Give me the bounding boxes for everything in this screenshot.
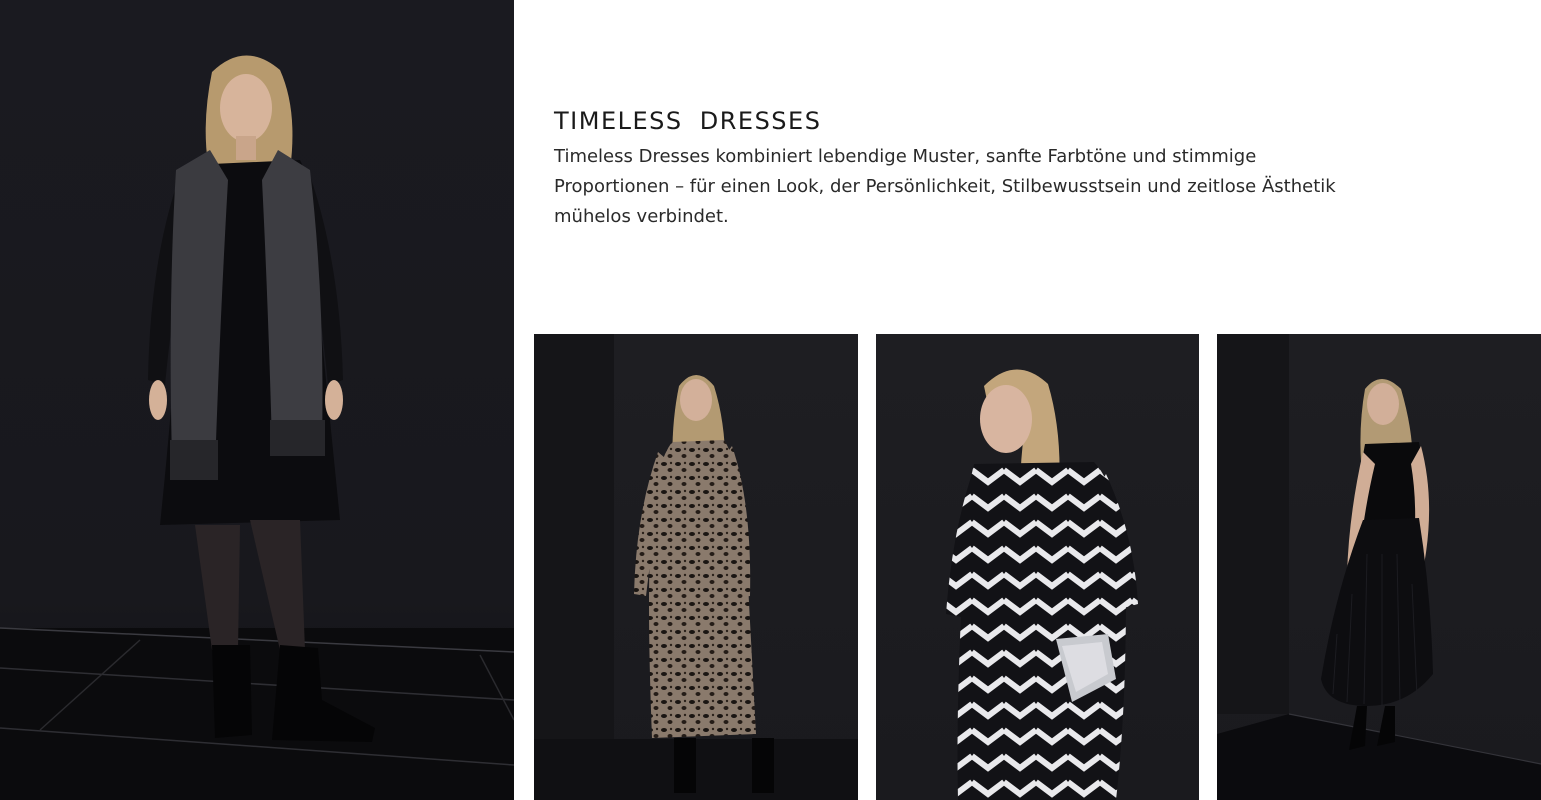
product-image-black-pleated-dress[interactable]	[1217, 334, 1541, 800]
leopard-dress-illustration	[534, 334, 858, 800]
intro-text-block: TIMELESS DRESSES Timeless Dresses kombin…	[554, 104, 1374, 232]
hero-photo-illustration	[0, 55, 514, 800]
pleated-dress-illustration	[1217, 334, 1541, 800]
section-description: Timeless Dresses kombiniert lebendige Mu…	[554, 146, 1336, 227]
section-title: TIMELESS DRESSES	[554, 107, 822, 135]
product-image-leopard-dress[interactable]	[534, 334, 858, 800]
hero-image-black-dress[interactable]	[0, 0, 514, 800]
zigzag-dress-illustration	[946, 369, 1138, 800]
product-image-zigzag-dress[interactable]	[876, 334, 1199, 800]
